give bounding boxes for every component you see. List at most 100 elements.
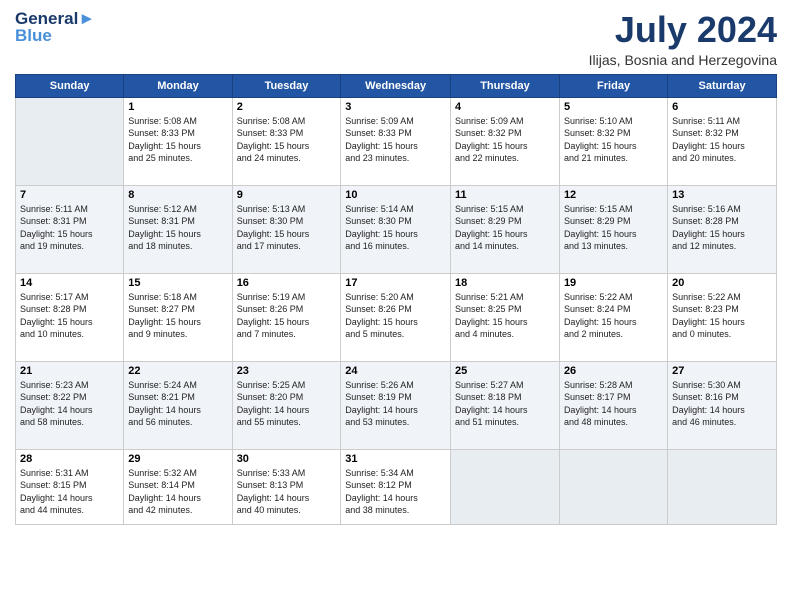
day-info: Sunrise: 5:16 AM Sunset: 8:28 PM Dayligh… xyxy=(672,203,772,253)
table-row: 21Sunrise: 5:23 AM Sunset: 8:22 PM Dayli… xyxy=(16,361,124,449)
table-row: 28 Sunrise: 5:31 AM Sunset: 8:15 PM Dayli… xyxy=(16,449,124,524)
table-row: 6 Sunrise: 5:11 AM Sunset: 8:32 PM Daylig… xyxy=(668,97,777,185)
table-row: 8 Sunrise: 5:12 AM Sunset: 8:31 PM Daylig… xyxy=(124,185,232,273)
day-info: Sunrise: 5:14 AM Sunset: 8:30 PM Dayligh… xyxy=(345,203,446,253)
calendar-table: Sunday Monday Tuesday Wednesday Thursday… xyxy=(15,74,777,525)
table-row: 15 Sunrise: 5:18 AM Sunset: 8:27 PM Dayli… xyxy=(124,273,232,361)
day-number: 17 xyxy=(345,277,446,289)
logo-blue: Blue xyxy=(15,27,95,44)
day-number: 25 xyxy=(455,365,555,377)
table-row: 20 Sunrise: 5:22 AM Sunset: 8:23 PM Dayli… xyxy=(668,273,777,361)
day-info: Sunrise: 5:15 AM Sunset: 8:29 PM Dayligh… xyxy=(564,203,663,253)
calendar-title: July 2024 xyxy=(589,10,777,50)
day-number: 18 xyxy=(455,277,555,289)
table-row: 29 Sunrise: 5:32 AM Sunset: 8:14 PM Dayli… xyxy=(124,449,232,524)
day-number: 15 xyxy=(128,277,227,289)
day-number: 1 xyxy=(128,101,227,113)
day-number: 2 xyxy=(237,101,337,113)
table-row: 24 Sunrise: 5:26 AM Sunset: 8:19 PM Dayli… xyxy=(341,361,451,449)
logo: General► Blue xyxy=(15,10,95,44)
day-number: 6 xyxy=(672,101,772,113)
table-row xyxy=(559,449,667,524)
day-number: 5 xyxy=(564,101,663,113)
table-row xyxy=(16,97,124,185)
table-row: 17Sunrise: 5:20 AM Sunset: 8:26 PM Dayli… xyxy=(341,273,451,361)
day-info: Sunrise: 5:25 AM Sunset: 8:20 PM Dayligh… xyxy=(237,379,337,429)
table-row: 9Sunrise: 5:13 AM Sunset: 8:30 PM Daylig… xyxy=(232,185,341,273)
table-row: 26Sunrise: 5:28 AM Sunset: 8:17 PM Dayli… xyxy=(559,361,667,449)
header: General► Blue July 2024 Ilijas, Bosnia a… xyxy=(15,10,777,68)
table-row xyxy=(668,449,777,524)
day-number: 22 xyxy=(128,365,227,377)
day-info: Sunrise: 5:08 AM Sunset: 8:33 PM Dayligh… xyxy=(128,115,227,165)
day-number: 30 xyxy=(237,453,337,465)
table-row: 27Sunrise: 5:30 AM Sunset: 8:16 PM Dayli… xyxy=(668,361,777,449)
table-row: 5 Sunrise: 5:10 AM Sunset: 8:32 PM Daylig… xyxy=(559,97,667,185)
day-info: Sunrise: 5:27 AM Sunset: 8:18 PM Dayligh… xyxy=(455,379,555,429)
day-number: 10 xyxy=(345,189,446,201)
col-saturday: Saturday xyxy=(668,74,777,97)
day-info: Sunrise: 5:23 AM Sunset: 8:22 PM Dayligh… xyxy=(20,379,119,429)
day-number: 27 xyxy=(672,365,772,377)
table-row: 13 Sunrise: 5:16 AM Sunset: 8:28 PM Dayli… xyxy=(668,185,777,273)
table-row: 14 Sunrise: 5:17 AM Sunset: 8:28 PM Dayli… xyxy=(16,273,124,361)
day-info: Sunrise: 5:13 AM Sunset: 8:30 PM Dayligh… xyxy=(237,203,337,253)
day-number: 3 xyxy=(345,101,446,113)
day-number: 7 xyxy=(20,189,119,201)
table-row: 4 Sunrise: 5:09 AM Sunset: 8:32 PM Daylig… xyxy=(450,97,559,185)
col-thursday: Thursday xyxy=(450,74,559,97)
day-info: Sunrise: 5:12 AM Sunset: 8:31 PM Dayligh… xyxy=(128,203,227,253)
day-number: 14 xyxy=(20,277,119,289)
day-info: Sunrise: 5:33 AM Sunset: 8:13 PM Dayligh… xyxy=(237,467,337,517)
table-row xyxy=(450,449,559,524)
day-info: Sunrise: 5:18 AM Sunset: 8:27 PM Dayligh… xyxy=(128,291,227,341)
day-number: 29 xyxy=(128,453,227,465)
day-info: Sunrise: 5:17 AM Sunset: 8:28 PM Dayligh… xyxy=(20,291,119,341)
day-number: 13 xyxy=(672,189,772,201)
table-row: 7 Sunrise: 5:11 AM Sunset: 8:31 PM Daylig… xyxy=(16,185,124,273)
table-row: 31 Sunrise: 5:34 AM Sunset: 8:12 PM Dayli… xyxy=(341,449,451,524)
day-info: Sunrise: 5:26 AM Sunset: 8:19 PM Dayligh… xyxy=(345,379,446,429)
calendar-location: Ilijas, Bosnia and Herzegovina xyxy=(589,52,777,68)
day-number: 20 xyxy=(672,277,772,289)
day-number: 4 xyxy=(455,101,555,113)
day-number: 28 xyxy=(20,453,119,465)
day-number: 24 xyxy=(345,365,446,377)
table-row: 30 Sunrise: 5:33 AM Sunset: 8:13 PM Dayli… xyxy=(232,449,341,524)
table-row: 25 Sunrise: 5:27 AM Sunset: 8:18 PM Dayli… xyxy=(450,361,559,449)
col-tuesday: Tuesday xyxy=(232,74,341,97)
day-info: Sunrise: 5:15 AM Sunset: 8:29 PM Dayligh… xyxy=(455,203,555,253)
day-info: Sunrise: 5:22 AM Sunset: 8:23 PM Dayligh… xyxy=(672,291,772,341)
table-row: 23 Sunrise: 5:25 AM Sunset: 8:20 PM Dayli… xyxy=(232,361,341,449)
table-row: 18 Sunrise: 5:21 AM Sunset: 8:25 PM Dayli… xyxy=(450,273,559,361)
table-row: 19Sunrise: 5:22 AM Sunset: 8:24 PM Dayli… xyxy=(559,273,667,361)
day-number: 16 xyxy=(237,277,337,289)
day-info: Sunrise: 5:24 AM Sunset: 8:21 PM Dayligh… xyxy=(128,379,227,429)
col-monday: Monday xyxy=(124,74,232,97)
col-friday: Friday xyxy=(559,74,667,97)
day-info: Sunrise: 5:34 AM Sunset: 8:12 PM Dayligh… xyxy=(345,467,446,517)
day-info: Sunrise: 5:10 AM Sunset: 8:32 PM Dayligh… xyxy=(564,115,663,165)
day-info: Sunrise: 5:28 AM Sunset: 8:17 PM Dayligh… xyxy=(564,379,663,429)
day-info: Sunrise: 5:22 AM Sunset: 8:24 PM Dayligh… xyxy=(564,291,663,341)
day-info: Sunrise: 5:09 AM Sunset: 8:32 PM Dayligh… xyxy=(455,115,555,165)
day-info: Sunrise: 5:32 AM Sunset: 8:14 PM Dayligh… xyxy=(128,467,227,517)
day-number: 23 xyxy=(237,365,337,377)
page: General► Blue July 2024 Ilijas, Bosnia a… xyxy=(0,0,792,612)
title-block: July 2024 Ilijas, Bosnia and Herzegovina xyxy=(589,10,777,68)
day-number: 8 xyxy=(128,189,227,201)
table-row: 12 Sunrise: 5:15 AM Sunset: 8:29 PM Dayli… xyxy=(559,185,667,273)
header-row: Sunday Monday Tuesday Wednesday Thursday… xyxy=(16,74,777,97)
day-number: 12 xyxy=(564,189,663,201)
col-wednesday: Wednesday xyxy=(341,74,451,97)
day-info: Sunrise: 5:11 AM Sunset: 8:31 PM Dayligh… xyxy=(20,203,119,253)
table-row: 16Sunrise: 5:19 AM Sunset: 8:26 PM Dayli… xyxy=(232,273,341,361)
day-number: 11 xyxy=(455,189,555,201)
day-number: 31 xyxy=(345,453,446,465)
table-row: 1 Sunrise: 5:08 AM Sunset: 8:33 PM Daylig… xyxy=(124,97,232,185)
col-sunday: Sunday xyxy=(16,74,124,97)
day-info: Sunrise: 5:21 AM Sunset: 8:25 PM Dayligh… xyxy=(455,291,555,341)
day-info: Sunrise: 5:31 AM Sunset: 8:15 PM Dayligh… xyxy=(20,467,119,517)
day-info: Sunrise: 5:11 AM Sunset: 8:32 PM Dayligh… xyxy=(672,115,772,165)
table-row: 2Sunrise: 5:08 AM Sunset: 8:33 PM Daylig… xyxy=(232,97,341,185)
